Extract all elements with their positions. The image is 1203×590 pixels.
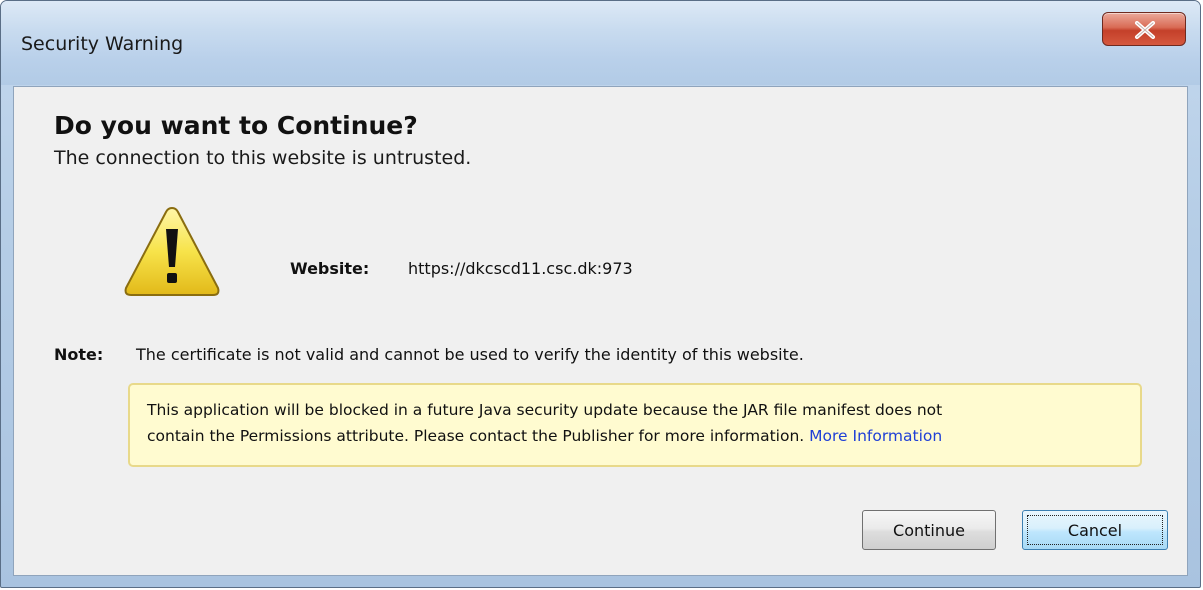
continue-button-label: Continue: [893, 520, 965, 540]
window-title: Security Warning: [21, 33, 184, 55]
website-label: Website:: [290, 259, 370, 278]
continue-button[interactable]: Continue: [862, 510, 996, 550]
info-text-line2: contain the Permissions attribute. Pleas…: [147, 427, 942, 445]
info-text-line2-body: contain the Permissions attribute. Pleas…: [147, 427, 805, 445]
info-box: This application will be blocked in a fu…: [128, 383, 1142, 467]
title-bar[interactable]: Security Warning: [1, 1, 1200, 85]
warning-triangle-icon: [124, 206, 220, 296]
dialog-content: Do you want to Continue? The connection …: [13, 86, 1188, 576]
focus-ring: [1027, 515, 1163, 545]
close-button[interactable]: [1102, 12, 1186, 46]
security-warning-window: Security Warning Do you want to Continue…: [0, 0, 1201, 588]
website-url: https://dkcscd11.csc.dk:973: [408, 259, 633, 278]
info-text-line1: This application will be blocked in a fu…: [147, 401, 943, 419]
cancel-button[interactable]: Cancel: [1022, 510, 1168, 550]
note-text: The certificate is not valid and cannot …: [136, 345, 804, 364]
note-label: Note:: [54, 345, 104, 364]
dialog-subheading: The connection to this website is untrus…: [54, 147, 472, 169]
more-information-link[interactable]: More Information: [809, 427, 942, 445]
close-x-icon: [1135, 21, 1155, 39]
dialog-heading: Do you want to Continue?: [54, 111, 418, 140]
